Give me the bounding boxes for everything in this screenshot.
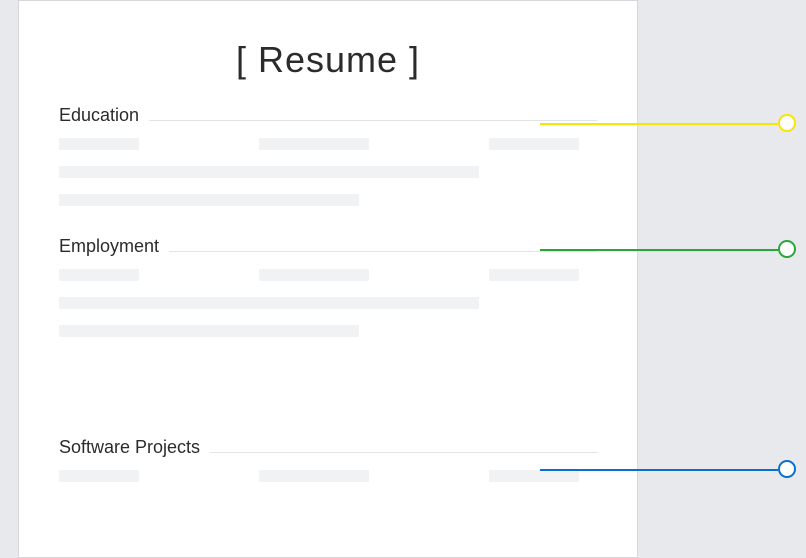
placeholder-text	[59, 325, 359, 337]
section-heading-row: Software Projects	[59, 437, 597, 458]
section-software-projects: Software Projects	[59, 437, 597, 482]
placeholder-row	[59, 269, 597, 281]
section-employment: Employment	[59, 236, 597, 337]
callout-endpoint-icon	[778, 460, 796, 478]
placeholder-text	[489, 269, 579, 281]
section-heading: Education	[59, 105, 139, 126]
placeholder-row	[59, 138, 597, 150]
section-heading-row: Education	[59, 105, 597, 126]
placeholder-text	[259, 269, 369, 281]
page-title: [ Resume ]	[19, 39, 637, 81]
placeholder-text	[489, 138, 579, 150]
placeholder-text	[59, 269, 139, 281]
section-rule	[169, 251, 597, 252]
document-page: [ Resume ] Education Employment So	[18, 0, 638, 558]
placeholder-text	[59, 166, 479, 178]
placeholder-text	[59, 297, 479, 309]
section-heading: Software Projects	[59, 437, 200, 458]
placeholder-text	[59, 470, 139, 482]
placeholder-text	[59, 138, 139, 150]
callout-endpoint-icon	[778, 114, 796, 132]
section-rule	[210, 452, 597, 453]
section-heading: Employment	[59, 236, 159, 257]
callout-endpoint-icon	[778, 240, 796, 258]
placeholder-text	[59, 194, 359, 206]
section-education: Education	[59, 105, 597, 206]
placeholder-row	[59, 470, 597, 482]
section-heading-row: Employment	[59, 236, 597, 257]
placeholder-text	[259, 470, 369, 482]
placeholder-text	[489, 470, 579, 482]
section-rule	[149, 120, 597, 121]
placeholder-text	[259, 138, 369, 150]
